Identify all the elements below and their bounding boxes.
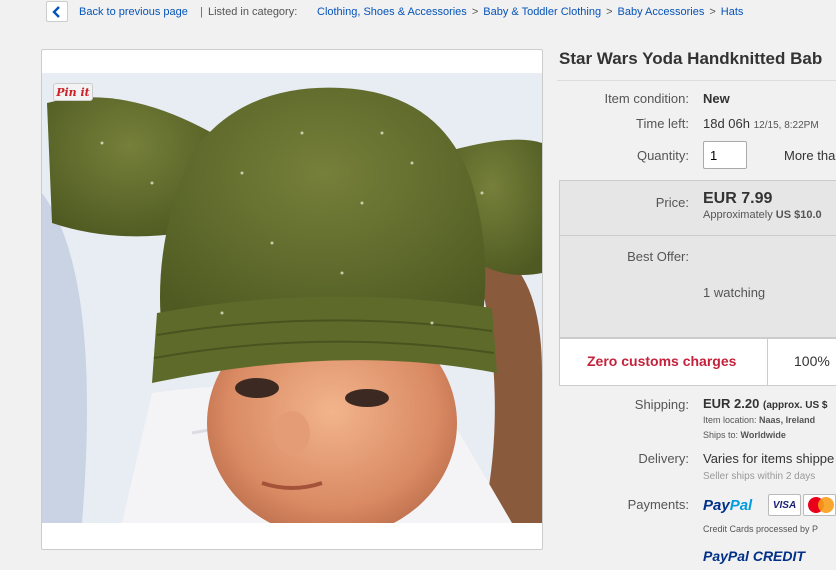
title-divider [557, 80, 836, 81]
condition-value: New [703, 91, 730, 106]
price-divider [560, 235, 836, 236]
image-panel: Pin it [41, 49, 543, 550]
product-image[interactable] [42, 73, 542, 523]
breadcrumb-arrow: > [606, 6, 613, 18]
breadcrumb-arrow: > [709, 6, 716, 18]
shipping-value: EUR 2.20 [703, 396, 760, 411]
price-box [559, 180, 836, 338]
breadcrumb-bar: Back to previous page | Listed in catego… [0, 0, 836, 24]
customs-divider [767, 339, 768, 385]
breadcrumb-item-baby-toddler[interactable]: Baby & Toddler Clothing [483, 6, 601, 18]
breadcrumb-item-baby-accessories[interactable]: Baby Accessories [618, 6, 705, 18]
breadcrumb-item-clothing[interactable]: Clothing, Shoes & Accessories [317, 6, 467, 18]
customs-text[interactable]: Zero customs charges [587, 353, 736, 369]
breadcrumb-arrow: > [471, 6, 479, 18]
item-location: Item location: Naas, Ireland [703, 415, 815, 425]
price-approx-value: US $10.0 [775, 209, 822, 221]
paypal-credit-name: PayPal [703, 548, 749, 564]
mastercard-icon [803, 494, 836, 516]
more-than-text: More tha [784, 148, 836, 163]
price-label: Price: [655, 195, 689, 210]
time-left-label: Time left: [636, 116, 689, 131]
paypal-logo: PayPal [703, 497, 752, 514]
paypal-logo-pay: Pay [703, 497, 730, 514]
price-value: EUR 7.99 [703, 190, 773, 207]
item-location-label: Item location: [703, 415, 757, 425]
shipping-approx: (approx. US $ [763, 400, 828, 411]
time-left-value: 18d 06h 12/15, 8:22PM [703, 116, 819, 131]
separator: | [200, 6, 203, 18]
shipping-label: Shipping: [634, 397, 689, 412]
time-left-duration: 18d 06h [703, 116, 750, 131]
delivery-label: Delivery: [638, 451, 689, 466]
breadcrumb-item-hats[interactable]: Hats [721, 6, 744, 18]
ships-to-label: Ships to: [703, 430, 739, 440]
delivery-note: Seller ships within 2 days [703, 471, 816, 482]
best-offer-label: Best Offer: [627, 249, 689, 264]
payments-label: Payments: [627, 497, 689, 512]
paypal-credit-logo: PayPal CREDIT [703, 548, 805, 564]
back-button[interactable] [46, 1, 68, 22]
visa-card-icon: VISA [768, 494, 801, 516]
watching-count: 1 watching [703, 285, 766, 300]
quantity-input[interactable] [703, 141, 747, 169]
back-link[interactable]: Back to previous page [79, 6, 188, 18]
breadcrumb: Clothing, Shoes & Accessories > Baby & Tod… [317, 6, 743, 18]
condition-label: Item condition: [604, 91, 689, 106]
price-approx: Approximately US $10.0 [703, 209, 822, 221]
listed-in-label: Listed in category: [208, 6, 298, 18]
paypal-credit-word: CREDIT [752, 548, 805, 564]
cards-note: Credit Cards processed by P [703, 524, 819, 534]
pin-it-button[interactable]: Pin it [53, 83, 93, 101]
paypal-logo-pal: Pal [729, 497, 753, 514]
item-location-value: Naas, Ireland [759, 415, 816, 425]
delivery-value: Varies for items shippe [703, 451, 835, 466]
price-approx-prefix: Approximately [703, 209, 773, 221]
ships-to-value: Worldwide [740, 430, 786, 440]
item-title: Star Wars Yoda Handknitted Bab [559, 49, 823, 68]
shipping-cost: EUR 2.20 (approx. US $ [703, 396, 827, 411]
chevron-left-icon [52, 5, 60, 18]
time-left-date: 12/15, 8:22PM [753, 120, 819, 131]
feedback-percent: 100% [794, 353, 830, 369]
quantity-label: Quantity: [636, 148, 689, 163]
ships-to: Ships to: Worldwide [703, 430, 786, 440]
